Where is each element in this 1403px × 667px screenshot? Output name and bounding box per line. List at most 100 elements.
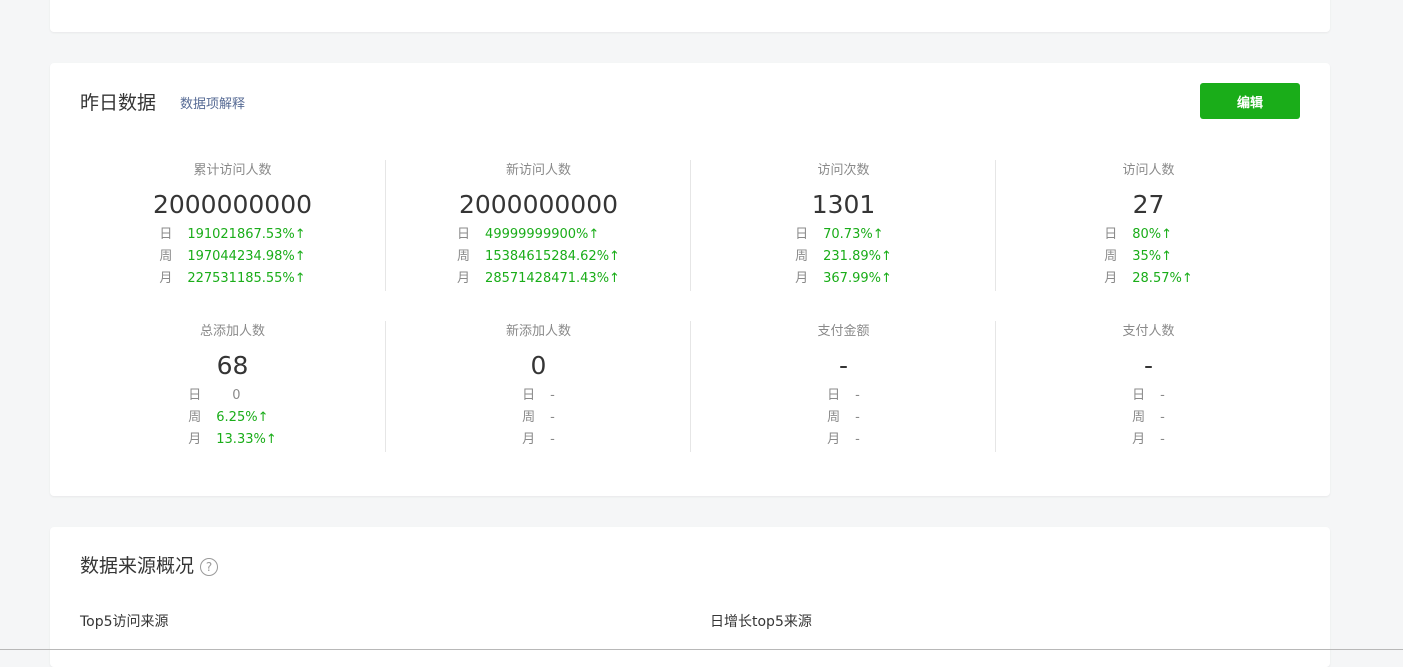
metric-label: 访问人数 [1122, 163, 1175, 178]
change-value: 70.73%↑ [823, 227, 884, 242]
period-label: 月 [1104, 271, 1118, 286]
change-row-month: 月 28571428471.43%↑ [457, 268, 620, 290]
data-source-title-text: 数据来源概况 [80, 555, 195, 577]
previous-card [50, 0, 1330, 32]
metric-changes: 日- 周- 月- [522, 385, 555, 451]
change-row-day: 日 70.73%↑ [795, 224, 892, 246]
change-row-day: 日 80%↑ [1104, 224, 1192, 246]
metric-label: 新添加人数 [505, 324, 571, 339]
change-value: 231.89%↑ [823, 249, 892, 264]
metric-payment-amount: 支付金额 - 日- 周- 月- [690, 321, 996, 452]
period-label: 日 [795, 227, 809, 242]
period-label: 日 [457, 227, 471, 242]
change-row-month: 月 227531185.55%↑ [159, 268, 305, 290]
change-row-week: 周 35%↑ [1104, 246, 1192, 268]
change-row-day: 日- [827, 385, 860, 407]
edit-button[interactable]: 编辑 [1200, 83, 1300, 119]
change-value: 49999999900%↑ [485, 227, 600, 242]
period-label: 日 [159, 227, 173, 242]
period-label: 月 [827, 432, 841, 447]
change-row-day: 日- [522, 385, 555, 407]
change-row-week: 周- [1132, 407, 1165, 429]
change-value: 28.57%↑ [1132, 271, 1193, 286]
metric-visitors: 访问人数 27 日 80%↑ 周 35%↑ 月 28.57%↑ [995, 160, 1301, 291]
metric-value: 2000000000 [458, 190, 619, 219]
metric-label: 总添加人数 [199, 324, 265, 339]
change-value: 80%↑ [1132, 227, 1173, 242]
metric-total-added: 总添加人数 68 日0 周 6.25%↑ 月 13.33%↑ [80, 321, 385, 452]
change-row-day: 日 49999999900%↑ [457, 224, 620, 246]
change-value: 13.33%↑ [216, 432, 277, 447]
data-explain-link[interactable]: 数据项解释 [180, 93, 245, 112]
change-value: 191021867.53%↑ [187, 227, 306, 242]
change-row-day: 日- [1132, 385, 1165, 407]
period-label: 周 [1132, 410, 1146, 425]
change-row-week: 周 231.89%↑ [795, 246, 892, 268]
window-bottom-edge [0, 649, 1403, 650]
metric-value: - [838, 351, 849, 380]
daily-growth-sources-heading: 日增长top5来源 [710, 614, 812, 630]
period-label: 周 [159, 249, 173, 264]
period-label: 日 [522, 388, 536, 403]
change-row-month: 月- [827, 429, 860, 451]
change-value: 367.99%↑ [823, 271, 892, 286]
period-label: 周 [827, 410, 841, 425]
metric-total-visitors: 累计访问人数 2000000000 日 191021867.53%↑ 周 19704… [80, 160, 385, 291]
period-label: 月 [522, 432, 536, 447]
metric-label: 支付人数 [1122, 324, 1175, 339]
metric-new-added: 新添加人数 0 日- 周- 月- [385, 321, 691, 452]
change-value: 15384615284.62%↑ [485, 249, 620, 264]
top5-sources-heading: Top5访问来源 [80, 614, 169, 630]
change-value: 227531185.55%↑ [187, 271, 306, 286]
change-value: - [855, 432, 860, 447]
metric-label: 累计访问人数 [193, 163, 272, 178]
yesterday-data-card: 昨日数据 数据项解释 编辑 累计访问人数 2000000000 日 1910218… [50, 63, 1330, 496]
metric-changes: 日- 周- 月- [827, 385, 860, 451]
period-label: 月 [457, 271, 471, 286]
data-source-title: 数据来源概况? [80, 551, 219, 578]
metric-value: 0 [530, 351, 547, 380]
period-label: 周 [457, 249, 471, 264]
change-value: - [855, 410, 860, 425]
period-label: 日 [188, 388, 202, 403]
change-value: 6.25%↑ [216, 410, 269, 425]
period-label: 周 [188, 410, 202, 425]
metric-value: 68 [216, 351, 249, 380]
change-value: - [550, 432, 555, 447]
metric-changes: 日 191021867.53%↑ 周 197044234.98%↑ 月 2275311… [159, 224, 305, 290]
change-row-week: 周 197044234.98%↑ [159, 246, 305, 268]
change-value: - [550, 388, 555, 403]
period-label: 周 [795, 249, 809, 264]
metric-value: 1301 [811, 190, 876, 219]
question-circle-icon[interactable]: ? [200, 557, 219, 576]
period-label: 周 [522, 410, 536, 425]
metric-value: 2000000000 [152, 190, 313, 219]
change-row-month: 月- [522, 429, 555, 451]
change-row-week: 周 15384615284.62%↑ [457, 246, 620, 268]
change-row-week: 周- [522, 407, 555, 429]
change-value: - [1160, 410, 1165, 425]
period-label: 日 [827, 388, 841, 403]
change-row-month: 月 28.57%↑ [1104, 268, 1192, 290]
metric-paying-users: 支付人数 - 日- 周- 月- [995, 321, 1301, 452]
period-label: 周 [1104, 249, 1118, 264]
metric-label: 支付金额 [817, 324, 870, 339]
period-label: 月 [188, 432, 202, 447]
change-value: - [1160, 388, 1165, 403]
metric-changes: 日0 周 6.25%↑ 月 13.33%↑ [188, 385, 276, 451]
data-source-card: 数据来源概况? Top5访问来源 日增长top5来源 [50, 527, 1330, 667]
change-value: 0 [232, 388, 241, 403]
yesterday-data-title: 昨日数据 [80, 92, 157, 114]
metric-value: 27 [1132, 190, 1165, 219]
period-label: 日 [1104, 227, 1118, 242]
change-row-week: 周 6.25%↑ [188, 407, 276, 429]
change-row-week: 周- [827, 407, 860, 429]
metric-changes: 日- 周- 月- [1132, 385, 1165, 451]
change-value: 28571428471.43%↑ [485, 271, 620, 286]
metric-changes: 日 49999999900%↑ 周 15384615284.62%↑ 月 285714… [457, 224, 620, 290]
change-row-day: 日0 [188, 385, 276, 407]
metric-changes: 日 70.73%↑ 周 231.89%↑ 月 367.99%↑ [795, 224, 892, 290]
change-row-month: 月 367.99%↑ [795, 268, 892, 290]
metric-value: - [1143, 351, 1154, 380]
period-label: 月 [159, 271, 173, 286]
